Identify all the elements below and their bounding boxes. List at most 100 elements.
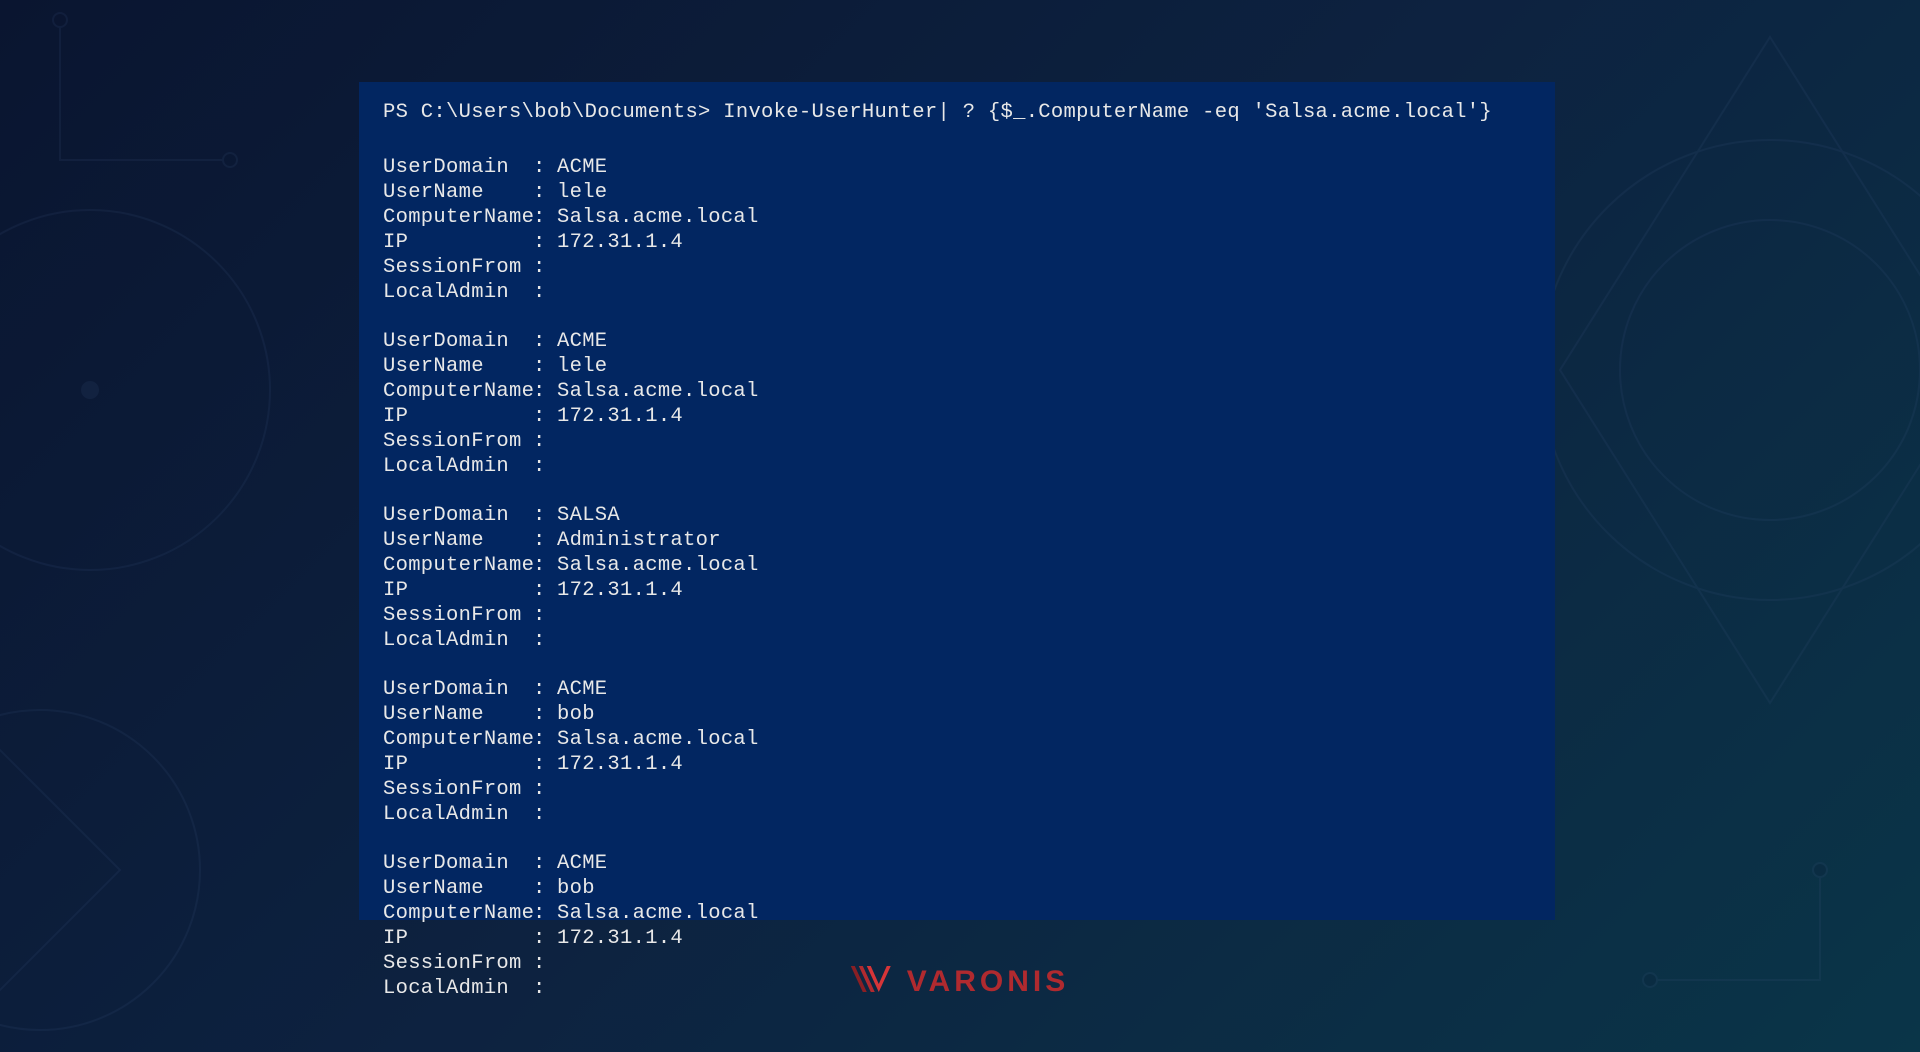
- record-line: ComputerName: Salsa.acme.local: [383, 379, 1531, 404]
- record-separator: :: [533, 851, 557, 876]
- record-key: ComputerName: [383, 727, 533, 752]
- record-key: UserName: [383, 528, 533, 553]
- record-value: ACME: [557, 155, 1531, 180]
- record-separator: :: [533, 802, 557, 827]
- record-line: UserDomain : ACME: [383, 155, 1531, 180]
- record-value: ACME: [557, 851, 1531, 876]
- record-line: UserName : lele: [383, 180, 1531, 205]
- record-separator: :: [533, 454, 557, 479]
- record-key: IP: [383, 578, 533, 603]
- record-separator: :: [533, 926, 557, 951]
- record-key: UserName: [383, 876, 533, 901]
- record-value: lele: [557, 180, 1531, 205]
- record-separator: :: [533, 230, 557, 255]
- record-value: [557, 603, 1531, 628]
- record-value: SALSA: [557, 503, 1531, 528]
- record-key: UserDomain: [383, 329, 533, 354]
- record-separator: :: [533, 976, 557, 1001]
- record-line: SessionFrom :: [383, 777, 1531, 802]
- record-value: Salsa.acme.local: [557, 901, 1531, 926]
- record-line: UserDomain : SALSA: [383, 503, 1531, 528]
- record-line: UserDomain : ACME: [383, 677, 1531, 702]
- record-key: UserDomain: [383, 503, 533, 528]
- record-line: ComputerName: Salsa.acme.local: [383, 727, 1531, 752]
- record-value: 172.31.1.4: [557, 578, 1531, 603]
- record-value: Salsa.acme.local: [557, 727, 1531, 752]
- record-key: LocalAdmin: [383, 454, 533, 479]
- record-key: LocalAdmin: [383, 976, 533, 1001]
- record-line: LocalAdmin :: [383, 802, 1531, 827]
- record-value: [557, 628, 1531, 653]
- record-key: SessionFrom: [383, 255, 533, 280]
- record-line: UserDomain : ACME: [383, 851, 1531, 876]
- record-separator: :: [533, 354, 557, 379]
- record-value: [557, 280, 1531, 305]
- record-key: SessionFrom: [383, 951, 533, 976]
- record-value: Administrator: [557, 528, 1531, 553]
- record-value: 172.31.1.4: [557, 752, 1531, 777]
- record-key: SessionFrom: [383, 777, 533, 802]
- record-value: 172.31.1.4: [557, 926, 1531, 951]
- output-record: UserDomain : ACMEUserName : bobComputerN…: [383, 677, 1531, 827]
- record-value: ACME: [557, 677, 1531, 702]
- record-line: IP : 172.31.1.4: [383, 752, 1531, 777]
- output-record: UserDomain : ACMEUserName : leleComputer…: [383, 329, 1531, 479]
- record-value: 172.31.1.4: [557, 230, 1531, 255]
- record-value: [557, 454, 1531, 479]
- record-key: LocalAdmin: [383, 628, 533, 653]
- record-value: Salsa.acme.local: [557, 553, 1531, 578]
- record-value: [557, 802, 1531, 827]
- record-line: ComputerName: Salsa.acme.local: [383, 553, 1531, 578]
- record-key: IP: [383, 752, 533, 777]
- record-line: UserName : lele: [383, 354, 1531, 379]
- record-key: UserDomain: [383, 851, 533, 876]
- record-key: LocalAdmin: [383, 280, 533, 305]
- record-line: IP : 172.31.1.4: [383, 404, 1531, 429]
- record-separator: :: [533, 702, 557, 727]
- record-line: ComputerName: Salsa.acme.local: [383, 901, 1531, 926]
- record-separator: :: [533, 901, 557, 926]
- record-line: IP : 172.31.1.4: [383, 926, 1531, 951]
- record-separator: :: [533, 578, 557, 603]
- record-key: IP: [383, 404, 533, 429]
- record-value: bob: [557, 876, 1531, 901]
- prompt-command-line: PS C:\Users\bob\Documents> Invoke-UserHu…: [383, 100, 1531, 125]
- record-separator: :: [533, 677, 557, 702]
- record-separator: :: [533, 280, 557, 305]
- record-separator: :: [533, 876, 557, 901]
- record-value: lele: [557, 354, 1531, 379]
- record-separator: :: [533, 951, 557, 976]
- record-line: LocalAdmin :: [383, 628, 1531, 653]
- record-separator: :: [533, 603, 557, 628]
- record-key: UserName: [383, 354, 533, 379]
- record-line: SessionFrom :: [383, 255, 1531, 280]
- record-separator: :: [533, 777, 557, 802]
- record-value: [557, 777, 1531, 802]
- record-separator: :: [533, 379, 557, 404]
- record-separator: :: [533, 752, 557, 777]
- record-separator: :: [533, 255, 557, 280]
- record-separator: :: [533, 429, 557, 454]
- record-line: UserName : Administrator: [383, 528, 1531, 553]
- record-value: 172.31.1.4: [557, 404, 1531, 429]
- varonis-logo-mark-icon: [851, 964, 895, 999]
- record-line: LocalAdmin :: [383, 280, 1531, 305]
- record-line: UserDomain : ACME: [383, 329, 1531, 354]
- record-key: ComputerName: [383, 553, 533, 578]
- record-key: UserDomain: [383, 155, 533, 180]
- record-key: ComputerName: [383, 205, 533, 230]
- record-separator: :: [533, 404, 557, 429]
- powershell-terminal[interactable]: PS C:\Users\bob\Documents> Invoke-UserHu…: [359, 82, 1555, 920]
- record-key: IP: [383, 230, 533, 255]
- record-key: UserDomain: [383, 677, 533, 702]
- record-separator: :: [533, 727, 557, 752]
- record-line: ComputerName: Salsa.acme.local: [383, 205, 1531, 230]
- record-separator: :: [533, 329, 557, 354]
- record-separator: :: [533, 553, 557, 578]
- terminal-output: UserDomain : ACMEUserName : leleComputer…: [383, 155, 1531, 1001]
- record-separator: :: [533, 528, 557, 553]
- record-value: bob: [557, 702, 1531, 727]
- record-line: UserName : bob: [383, 702, 1531, 727]
- record-line: IP : 172.31.1.4: [383, 578, 1531, 603]
- record-key: LocalAdmin: [383, 802, 533, 827]
